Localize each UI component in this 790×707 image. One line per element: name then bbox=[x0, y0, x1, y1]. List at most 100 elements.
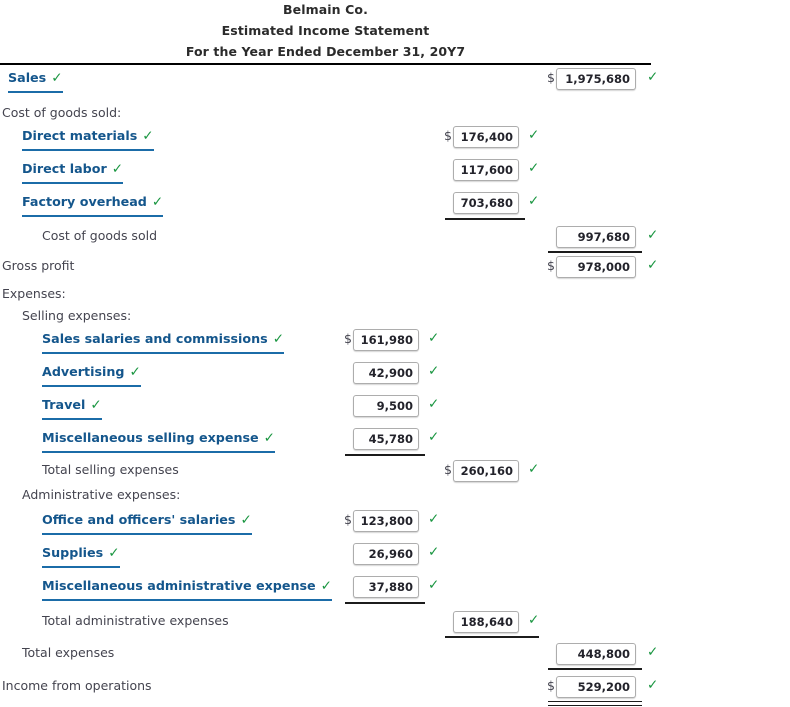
label-total-admin-expenses: Total administrative expenses bbox=[42, 613, 229, 628]
account-link-misc-selling[interactable]: Miscellaneous selling expense ✓ bbox=[42, 428, 275, 453]
dollar-sign: $ bbox=[344, 331, 352, 346]
section-label-expenses: Expenses: bbox=[2, 286, 66, 301]
row-supplies: Supplies ✓ ✓ bbox=[0, 543, 790, 569]
check-icon: ✓ bbox=[142, 128, 154, 144]
account-link-travel[interactable]: Travel ✓ bbox=[42, 395, 102, 420]
account-label: Miscellaneous administrative expense bbox=[42, 578, 316, 593]
amount-input-direct-labor[interactable] bbox=[453, 159, 519, 181]
income-statement-worksheet: Belmain Co. Estimated Income Statement F… bbox=[0, 0, 790, 707]
row-gross-profit: Gross profit $ ✓ bbox=[0, 256, 790, 282]
check-icon-advertising: ✓ bbox=[428, 363, 440, 379]
amount-input-total-admin[interactable] bbox=[453, 611, 519, 633]
label-total-selling-expenses: Total selling expenses bbox=[42, 462, 179, 477]
account-label: Supplies bbox=[42, 545, 104, 560]
amount-cell-cogs-total bbox=[556, 226, 636, 248]
amount-cell-travel bbox=[353, 395, 419, 417]
check-icon-office-salaries: ✓ bbox=[428, 511, 440, 527]
amount-cell-advertising bbox=[353, 362, 419, 384]
amount-cell-total-expenses bbox=[556, 643, 636, 665]
check-icon-total-admin: ✓ bbox=[528, 612, 540, 628]
account-label: Sales bbox=[8, 70, 47, 85]
check-icon-misc-selling: ✓ bbox=[428, 429, 440, 445]
row-factory-overhead: Factory overhead ✓ ✓ bbox=[0, 192, 790, 218]
account-link-supplies[interactable]: Supplies ✓ bbox=[42, 543, 120, 568]
check-icon: ✓ bbox=[108, 545, 120, 561]
check-icon-cogs-total: ✓ bbox=[647, 227, 659, 243]
row-total-selling: Total selling expenses $ ✓ bbox=[0, 460, 790, 486]
dollar-sign: $ bbox=[547, 258, 555, 273]
dollar-sign: $ bbox=[547, 678, 555, 693]
account-link-misc-admin[interactable]: Miscellaneous administrative expense ✓ bbox=[42, 576, 332, 601]
account-link-sales-salaries[interactable]: Sales salaries and commissions ✓ bbox=[42, 329, 285, 354]
amount-cell-income-from-operations: $ bbox=[547, 676, 636, 698]
account-link-sales[interactable]: Sales ✓ bbox=[8, 68, 63, 93]
account-label: Sales salaries and commissions bbox=[42, 331, 268, 346]
check-icon-total-selling: ✓ bbox=[528, 461, 540, 477]
subtotal-rule-cogs-total bbox=[548, 251, 642, 253]
check-icon: ✓ bbox=[51, 70, 63, 86]
amount-input-office-salaries[interactable] bbox=[353, 510, 419, 532]
amount-cell-direct-labor bbox=[453, 159, 519, 181]
amount-input-advertising[interactable] bbox=[353, 362, 419, 384]
check-icon: ✓ bbox=[111, 161, 124, 177]
account-label: Factory overhead bbox=[22, 194, 147, 209]
check-icon-direct-labor: ✓ bbox=[528, 160, 540, 176]
statement-title: Estimated Income Statement bbox=[221, 23, 430, 38]
subtotal-rule-admin-detail bbox=[345, 602, 425, 604]
label-total-expenses: Total expenses bbox=[22, 645, 115, 660]
amount-cell-direct-materials: $ bbox=[444, 126, 519, 148]
label-cogs-total: Cost of goods sold bbox=[42, 228, 158, 243]
section-label-selling-expenses: Selling expenses: bbox=[22, 308, 132, 323]
row-sales: Sales ✓ $ ✓ bbox=[0, 68, 790, 94]
amount-cell-office-salaries: $ bbox=[344, 510, 419, 532]
account-label: Advertising bbox=[42, 364, 125, 379]
amount-cell-gross-profit: $ bbox=[547, 256, 636, 278]
row-direct-labor: Direct labor ✓ ✓ bbox=[0, 159, 790, 185]
row-sales-salaries: Sales salaries and commissions ✓ $ ✓ bbox=[0, 329, 790, 355]
amount-input-factory-overhead[interactable] bbox=[453, 192, 519, 214]
amount-input-direct-materials[interactable] bbox=[453, 126, 519, 148]
account-label: Direct materials bbox=[22, 128, 138, 143]
amount-input-cogs-total[interactable] bbox=[556, 226, 636, 248]
amount-input-misc-admin[interactable] bbox=[353, 576, 419, 598]
row-total-expenses: Total expenses ✓ bbox=[0, 643, 790, 669]
amount-input-misc-selling[interactable] bbox=[353, 428, 419, 450]
row-misc-selling: Miscellaneous selling expense ✓ ✓ bbox=[0, 428, 790, 454]
amount-input-total-selling[interactable] bbox=[453, 460, 519, 482]
account-label: Direct labor bbox=[22, 161, 107, 176]
amount-cell-factory-overhead bbox=[453, 192, 519, 214]
section-label-cogs: Cost of goods sold: bbox=[2, 105, 122, 120]
amount-input-sales-salaries[interactable] bbox=[353, 329, 419, 351]
amount-cell-total-selling: $ bbox=[444, 460, 519, 482]
account-link-office-salaries[interactable]: Office and officers' salaries ✓ bbox=[42, 510, 252, 535]
account-link-factory-overhead[interactable]: Factory overhead ✓ bbox=[22, 192, 164, 217]
amount-input-supplies[interactable] bbox=[353, 543, 419, 565]
section-label-admin-expenses: Administrative expenses: bbox=[22, 487, 181, 502]
check-icon: ✓ bbox=[129, 364, 141, 380]
amount-input-total-expenses[interactable] bbox=[556, 643, 636, 665]
account-link-direct-labor[interactable]: Direct labor ✓ bbox=[22, 159, 124, 184]
subtotal-rule-selling-detail bbox=[345, 454, 425, 456]
check-icon-sales-salaries: ✓ bbox=[428, 330, 440, 346]
amount-input-sales[interactable] bbox=[556, 68, 636, 90]
label-income-from-operations: Income from operations bbox=[2, 678, 152, 693]
check-icon-misc-admin: ✓ bbox=[428, 577, 440, 593]
statement-period: For the Year Ended December 31, 20Y7 bbox=[185, 44, 466, 59]
check-icon-gross-profit: ✓ bbox=[647, 257, 659, 273]
check-icon: ✓ bbox=[272, 331, 285, 347]
subtotal-rule-total-admin bbox=[445, 636, 539, 638]
row-office-salaries: Office and officers' salaries ✓ $ ✓ bbox=[0, 510, 790, 536]
account-link-advertising[interactable]: Advertising ✓ bbox=[42, 362, 141, 387]
amount-input-gross-profit[interactable] bbox=[556, 256, 636, 278]
row-misc-admin: Miscellaneous administrative expense ✓ ✓ bbox=[0, 576, 790, 602]
amount-cell-sales: $ bbox=[547, 68, 636, 90]
dollar-sign: $ bbox=[444, 462, 452, 477]
company-name: Belmain Co. bbox=[283, 2, 368, 17]
account-link-direct-materials[interactable]: Direct materials ✓ bbox=[22, 126, 154, 151]
amount-cell-supplies bbox=[353, 543, 419, 565]
subtotal-rule-cogs-detail bbox=[445, 218, 525, 220]
dollar-sign: $ bbox=[344, 512, 352, 527]
row-travel: Travel ✓ ✓ bbox=[0, 395, 790, 421]
amount-input-income-from-operations[interactable] bbox=[556, 676, 636, 698]
amount-input-travel[interactable] bbox=[353, 395, 419, 417]
